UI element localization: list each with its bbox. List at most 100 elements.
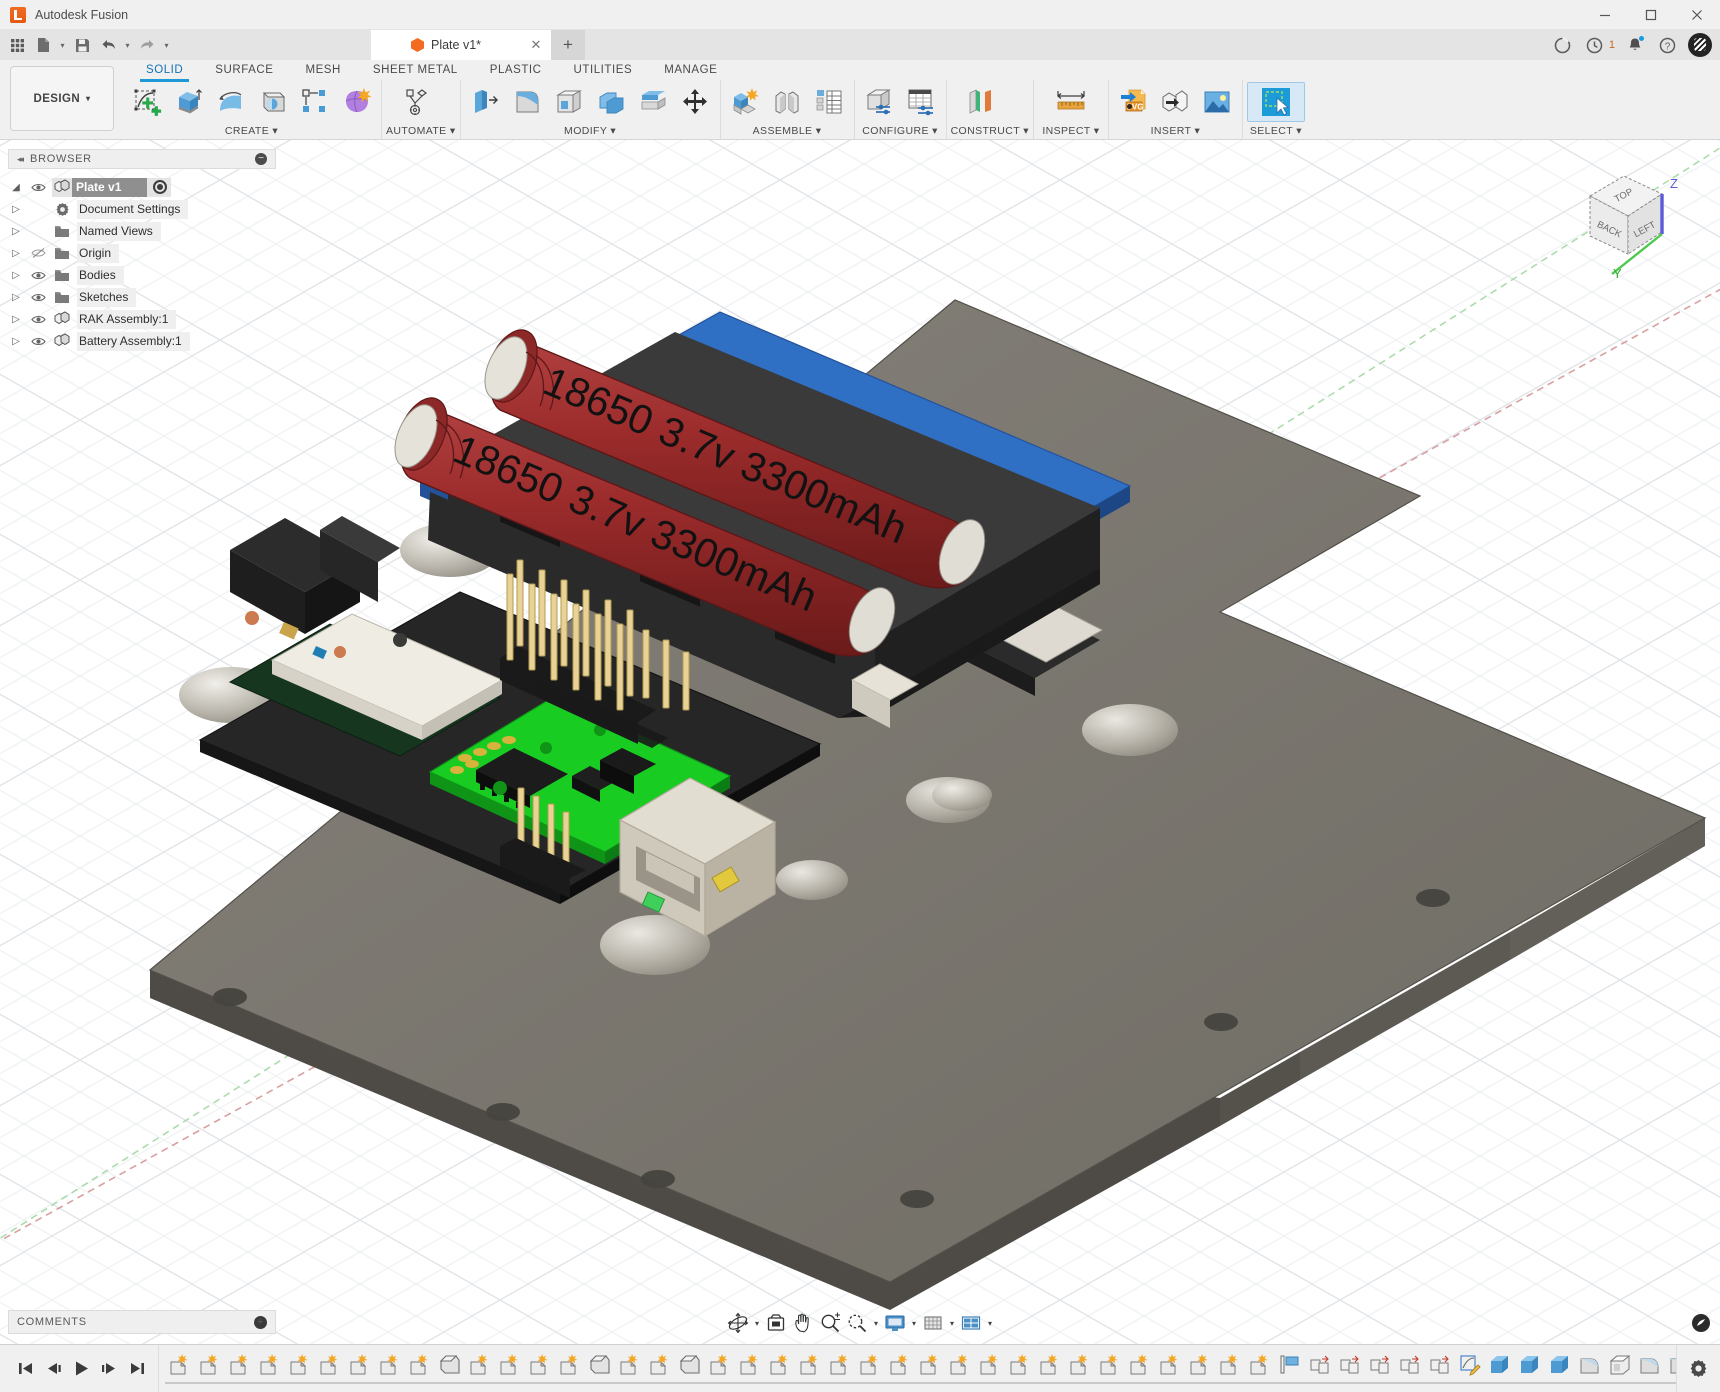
browser-item-document-settings[interactable]: ▷ Document Settings <box>8 198 276 220</box>
maximize-button[interactable] <box>1628 0 1674 30</box>
timeline-feature-joint[interactable] <box>1305 1351 1335 1379</box>
expand-arrow-icon[interactable]: ▷ <box>8 248 24 259</box>
timeline-feature-body[interactable] <box>585 1351 615 1379</box>
timeline-feature-sketch[interactable] <box>855 1351 885 1379</box>
select-panel-label[interactable]: SELECT ▾ <box>1247 125 1305 139</box>
timeline-feature-extrude[interactable] <box>1515 1351 1545 1379</box>
sweep-icon[interactable] <box>252 82 293 122</box>
timeline-feature-fillet[interactable] <box>1575 1351 1605 1379</box>
timeline-feature-sketch[interactable] <box>885 1351 915 1379</box>
orbit-icon[interactable] <box>725 1310 751 1336</box>
fit-icon[interactable] <box>844 1310 870 1336</box>
timeline-feature-sketch[interactable] <box>375 1351 405 1379</box>
redo-icon[interactable] <box>134 33 160 57</box>
fillet-icon[interactable] <box>507 82 548 122</box>
timeline-feature-fillet[interactable] <box>1635 1351 1665 1379</box>
automate-panel-label[interactable]: AUTOMATE ▾ <box>386 125 456 139</box>
recent-documents-icon[interactable] <box>1580 32 1610 58</box>
timeline-feature-sketch[interactable] <box>1095 1351 1125 1379</box>
expand-arrow-icon[interactable]: ▷ <box>8 336 24 347</box>
tab-manage[interactable]: MANAGE <box>648 60 733 80</box>
timeline-feature-sketch[interactable] <box>1215 1351 1245 1379</box>
window-selection-icon[interactable] <box>1246 82 1305 122</box>
tab-sheet-metal[interactable]: SHEET METAL <box>357 60 474 80</box>
orbit-caret-icon[interactable]: ▾ <box>752 1319 762 1328</box>
timeline-feature-joint[interactable] <box>1335 1351 1365 1379</box>
create-form-icon[interactable] <box>336 82 377 122</box>
insert-derive-icon[interactable] <box>1155 82 1196 122</box>
extrude-icon[interactable] <box>168 82 209 122</box>
look-at-icon[interactable] <box>763 1310 789 1336</box>
inspect-panel-label[interactable]: INSPECT ▾ <box>1038 125 1104 139</box>
timeline-feature-fillet[interactable] <box>1665 1351 1676 1379</box>
timeline-feature-sketch[interactable] <box>555 1351 585 1379</box>
visibility-eye-hidden-icon[interactable] <box>29 247 47 259</box>
configuration-table-icon[interactable] <box>901 82 942 122</box>
revolve-icon[interactable] <box>210 82 251 122</box>
timeline-feature-sketch[interactable] <box>1035 1351 1065 1379</box>
new-component-icon[interactable] <box>725 82 766 122</box>
timeline-play[interactable] <box>68 1354 94 1384</box>
timeline-feature-plane[interactable] <box>1275 1351 1305 1379</box>
combine-icon[interactable] <box>591 82 632 122</box>
timeline-feature-sketch[interactable] <box>315 1351 345 1379</box>
workspace-switcher-button[interactable]: DESIGN ▾ <box>10 66 114 131</box>
timeline-feature-sketch[interactable] <box>615 1351 645 1379</box>
expand-arrow-icon[interactable]: ▷ <box>8 292 24 303</box>
timeline-feature-sketch[interactable] <box>735 1351 765 1379</box>
timeline-feature-joint[interactable] <box>1425 1351 1455 1379</box>
notifications-bell-icon[interactable] <box>1620 32 1650 58</box>
display-settings-caret-icon[interactable]: ▾ <box>909 1319 919 1328</box>
timeline-feature-sketch[interactable] <box>195 1351 225 1379</box>
tab-utilities[interactable]: UTILITIES <box>558 60 649 80</box>
configure-design-icon[interactable] <box>859 82 900 122</box>
timeline-feature-sketch[interactable] <box>1005 1351 1035 1379</box>
timeline-feature-sketch[interactable] <box>1065 1351 1095 1379</box>
save-icon[interactable] <box>69 33 95 57</box>
create-panel-label[interactable]: CREATE ▾ <box>126 125 377 139</box>
offset-plane-icon[interactable] <box>951 82 1009 122</box>
help-icon[interactable]: ? <box>1652 32 1682 58</box>
modify-panel-label[interactable]: MODIFY ▾ <box>465 125 716 139</box>
browser-item-bodies[interactable]: ▷ Bodies <box>8 264 276 286</box>
timeline-feature-body[interactable] <box>435 1351 465 1379</box>
user-avatar[interactable] <box>1688 33 1712 57</box>
tab-mesh[interactable]: MESH <box>289 60 356 80</box>
timeline-feature-sketch[interactable] <box>525 1351 555 1379</box>
create-sketch-icon[interactable] <box>126 82 167 122</box>
view-cube[interactable]: TOP BACK LEFT Z Y <box>1562 162 1692 282</box>
visibility-eye-icon[interactable] <box>29 336 47 347</box>
joint-icon[interactable] <box>767 82 808 122</box>
timeline-feature-sketch[interactable] <box>945 1351 975 1379</box>
timeline-feature-sketch[interactable] <box>465 1351 495 1379</box>
timeline-settings-gear-icon[interactable] <box>1676 1344 1720 1392</box>
move-copy-icon[interactable] <box>675 82 716 122</box>
undo-icon[interactable] <box>95 33 121 57</box>
shell-icon[interactable] <box>549 82 590 122</box>
automated-modeling-icon[interactable] <box>386 82 444 122</box>
timeline-feature-sketch[interactable] <box>1245 1351 1275 1379</box>
tab-solid[interactable]: SOLID <box>130 60 199 82</box>
timeline-feature-sketch[interactable] <box>345 1351 375 1379</box>
insert-panel-label[interactable]: INSERT ▾ <box>1113 125 1238 139</box>
assemble-panel-label[interactable]: ASSEMBLE ▾ <box>725 125 850 139</box>
timeline-feature-joint[interactable] <box>1365 1351 1395 1379</box>
browser-item-named-views[interactable]: ▷ Named Views <box>8 220 276 242</box>
new-document-caret-icon[interactable]: ▾ <box>56 33 69 57</box>
new-document-tab-button[interactable]: + <box>551 30 585 60</box>
visibility-eye-icon[interactable] <box>29 314 47 325</box>
add-comment-icon[interactable]: + <box>254 1315 267 1329</box>
timeline-feature-sketch[interactable] <box>795 1351 825 1379</box>
timeline-feature-sketch[interactable] <box>285 1351 315 1379</box>
timeline-feature-extrude[interactable] <box>1545 1351 1575 1379</box>
decal-icon[interactable] <box>1197 82 1238 122</box>
browser-item-plate[interactable]: ◢ Plate v1 <box>8 176 276 198</box>
timeline-feature-sketch[interactable] <box>915 1351 945 1379</box>
timeline-feature-sketch[interactable] <box>825 1351 855 1379</box>
timeline-feature-sketch[interactable] <box>165 1351 195 1379</box>
visibility-eye-icon[interactable] <box>29 270 47 281</box>
timeline-feature-sketch[interactable] <box>765 1351 795 1379</box>
new-document-icon[interactable] <box>30 33 56 57</box>
timeline-step-forward[interactable] <box>96 1354 122 1384</box>
document-tab-plate[interactable]: Plate v1* <box>371 30 521 60</box>
